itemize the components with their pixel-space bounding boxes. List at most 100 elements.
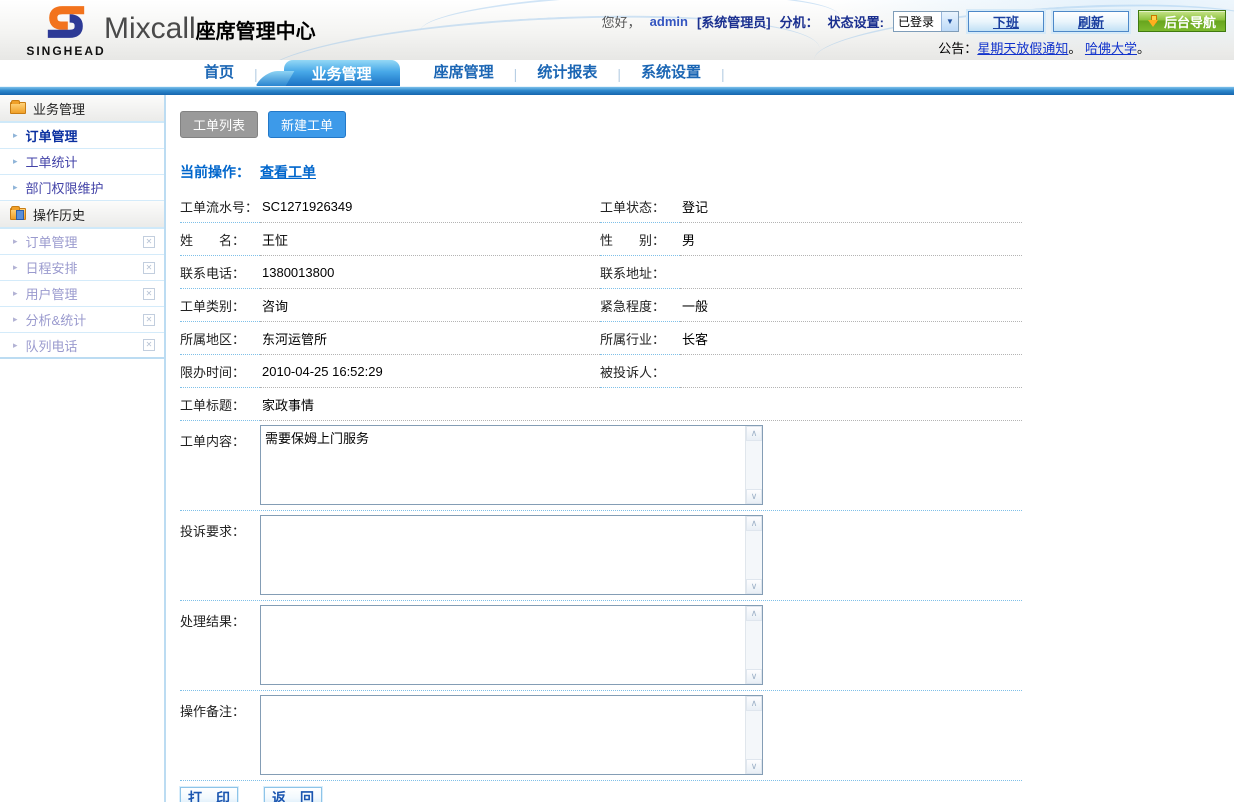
ticket-list-button[interactable]: 工单列表 (180, 111, 258, 138)
field-value-phone: 1380013800 (260, 256, 600, 289)
sidebar-item-label: 订单管理 (26, 126, 78, 145)
scrollbar[interactable]: ∧ ∨ (745, 696, 762, 774)
scroll-down-icon[interactable]: ∨ (746, 759, 762, 774)
triangle-bullet-icon: ▸ (13, 288, 18, 299)
nav-report[interactable]: 统计报表 (517, 61, 617, 86)
nav-separator: | (721, 66, 725, 86)
scroll-up-icon[interactable]: ∧ (746, 696, 762, 711)
extension-label: 分机： (780, 12, 819, 31)
scrollbar[interactable]: ∧ ∨ (745, 606, 762, 684)
field-label-content: 工单内容： (180, 425, 260, 505)
sidebar-section-history: 操作历史 (0, 201, 164, 229)
sidebar-item-label: 队列电话 (26, 336, 78, 355)
ticket-form: 工单流水号： SC1271926349 工单状态： 登记 姓 名： 王怔 性 别… (180, 190, 1022, 802)
scroll-down-icon[interactable]: ∨ (746, 579, 762, 594)
new-ticket-button[interactable]: 新建工单 (268, 111, 346, 138)
close-icon[interactable]: ✕ (143, 288, 155, 300)
triangle-bullet-icon: ▸ (13, 236, 18, 247)
sidebar-history-order-management[interactable]: ▸ 订单管理 ✕ (0, 229, 164, 255)
note-textarea[interactable] (260, 695, 763, 775)
nav-business-active-tab[interactable]: 业务管理 (284, 60, 400, 86)
header: SINGHEAD Mixcall 座席管理中心 您好， admin [系统管理员… (0, 0, 1234, 60)
sidebar-item-dept-permissions[interactable]: ▸ 部门权限维护 (0, 175, 164, 201)
field-label-urgency: 紧急程度： (600, 289, 680, 322)
triangle-bullet-icon: ▸ (13, 262, 18, 273)
field-label-name: 姓 名： (180, 223, 260, 256)
scroll-down-icon[interactable]: ∨ (746, 669, 762, 684)
refresh-button[interactable]: 刷新 (1053, 11, 1129, 32)
app-title: Mixcall 座席管理中心 (104, 12, 316, 46)
form-row: 工单标题： 家政事情 (180, 388, 1022, 421)
form-row: 限办时间： 2010-04-25 16:52:29 被投诉人： (180, 355, 1022, 388)
current-operation-label: 当前操作： (180, 164, 250, 180)
sidebar-history-schedule[interactable]: ▸ 日程安排 ✕ (0, 255, 164, 281)
sidebar-item-ticket-stats[interactable]: ▸ 工单统计 (0, 149, 164, 175)
download-arrow-icon (1148, 15, 1159, 28)
sidebar-item-label: 工单统计 (26, 152, 78, 171)
off-duty-button[interactable]: 下班 (968, 11, 1044, 32)
scrollbar[interactable]: ∧ ∨ (745, 426, 762, 504)
scroll-up-icon[interactable]: ∧ (746, 426, 762, 441)
close-icon[interactable]: ✕ (143, 236, 155, 248)
nav-system[interactable]: 系统设置 (621, 61, 721, 86)
scroll-up-icon[interactable]: ∧ (746, 606, 762, 621)
triangle-bullet-icon: ▸ (13, 156, 18, 167)
backend-nav-button[interactable]: 后台导航 (1138, 10, 1226, 32)
current-operation-value[interactable]: 查看工单 (260, 164, 316, 180)
field-value-gender: 男 (680, 223, 1022, 256)
announcement-link-2[interactable]: 哈佛大学 (1085, 41, 1137, 56)
company-logo: SINGHEAD (24, 2, 108, 58)
field-label-complaint: 投诉要求： (180, 515, 260, 595)
complaint-textarea[interactable] (260, 515, 763, 595)
sidebar-item-label: 用户管理 (26, 284, 78, 303)
scrollbar[interactable]: ∧ ∨ (745, 516, 762, 594)
close-icon[interactable]: ✕ (143, 314, 155, 326)
announcement-link-1[interactable]: 星期天放假通知 (977, 41, 1068, 56)
sidebar-history-analysis-stats[interactable]: ▸ 分析&统计 ✕ (0, 307, 164, 333)
result-textarea[interactable] (260, 605, 763, 685)
print-button[interactable]: 打 印 (180, 787, 238, 802)
nav-divider-bar (0, 86, 1234, 95)
form-row: 所属地区： 东河运管所 所属行业： 长客 (180, 322, 1022, 355)
content-textarea[interactable]: 需要保姆上门服务 (260, 425, 763, 505)
form-row: 工单类别： 咨询 紧急程度： 一般 (180, 289, 1022, 322)
triangle-bullet-icon: ▸ (13, 314, 18, 325)
folder-open-icon (10, 102, 26, 114)
close-icon[interactable]: ✕ (143, 339, 155, 351)
status-select-value: 已登录 (894, 13, 941, 30)
app-title-text: 座席管理中心 (196, 15, 316, 44)
field-label-note: 操作备注： (180, 695, 260, 775)
nav-seat[interactable]: 座席管理 (414, 61, 514, 86)
scroll-down-icon[interactable]: ∨ (746, 489, 762, 504)
field-value-category: 咨询 (260, 289, 600, 322)
triangle-bullet-icon: ▸ (13, 130, 18, 141)
history-folder-icon (10, 208, 26, 220)
nav-home[interactable]: 首页 (184, 61, 254, 86)
form-actions: 打 印 返 回 (180, 787, 1022, 802)
sidebar-history-queue-calls[interactable]: ▸ 队列电话 ✕ (0, 333, 164, 359)
chevron-down-icon[interactable]: ▼ (941, 12, 958, 31)
announcement-label: 公告： (938, 41, 977, 56)
logo-text: SINGHEAD (24, 44, 108, 58)
main-nav: 首页 | 业务管理 座席管理 | 统计报表 | 系统设置 | (0, 60, 1234, 86)
announcement-sep-1: 。 (1068, 41, 1081, 56)
back-button[interactable]: 返 回 (264, 787, 322, 802)
field-value-name: 王怔 (260, 223, 600, 256)
sidebar-item-order-management[interactable]: ▸ 订单管理 (0, 123, 164, 149)
close-icon[interactable]: ✕ (143, 262, 155, 274)
user-toolbar: 您好， admin [系统管理员] 分机： 状态设置: 已登录 ▼ 下班 刷新 … (602, 10, 1226, 32)
form-row-content: 工单内容： 需要保姆上门服务 ∧ ∨ (180, 421, 1022, 511)
sidebar-section-title: 操作历史 (33, 205, 85, 224)
status-select[interactable]: 已登录 ▼ (893, 11, 959, 32)
sidebar-section-business: 业务管理 (0, 95, 164, 123)
field-label-gender: 性 别： (600, 223, 680, 256)
scroll-up-icon[interactable]: ∧ (746, 516, 762, 531)
page: SINGHEAD Mixcall 座席管理中心 您好， admin [系统管理员… (0, 0, 1234, 802)
form-row-result: 处理结果： ∧ ∨ (180, 601, 1022, 691)
content-area: 业务管理 ▸ 订单管理 ▸ 工单统计 ▸ 部门权限维护 操作历史 ▸ 订单管理 … (0, 95, 1234, 802)
sidebar-item-label: 部门权限维护 (26, 178, 104, 197)
field-value-region: 东河运管所 (260, 322, 600, 355)
field-label-complainee: 被投诉人： (600, 355, 680, 388)
sidebar-history-user-management[interactable]: ▸ 用户管理 ✕ (0, 281, 164, 307)
field-value-title: 家政事情 (260, 388, 1022, 421)
